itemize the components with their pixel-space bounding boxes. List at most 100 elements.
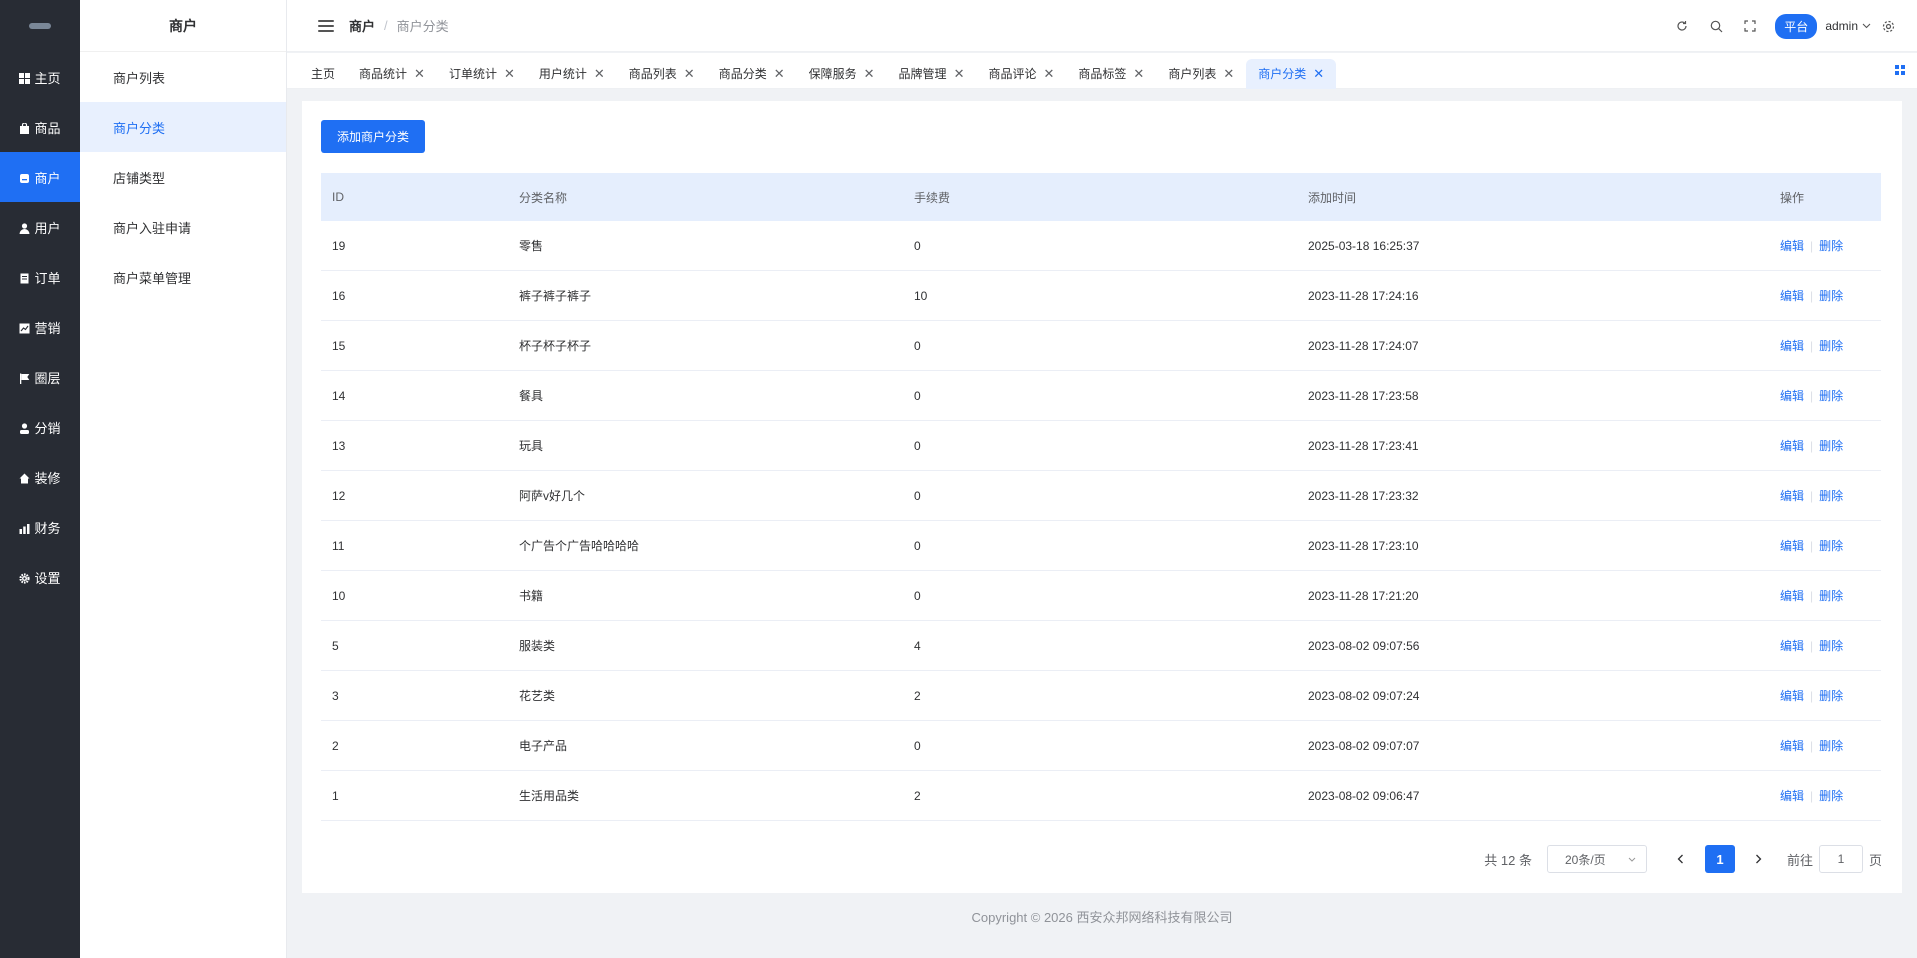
submenu-item[interactable]: 商户分类 [80, 102, 286, 152]
cell-id: 12 [332, 488, 346, 503]
cell-name: 生活用品类 [519, 789, 580, 803]
close-icon[interactable]: ✕ [594, 66, 605, 82]
close-icon[interactable]: ✕ [774, 66, 785, 82]
delete-button[interactable]: 删除 [1819, 637, 1843, 654]
delete-button[interactable]: 删除 [1819, 437, 1843, 454]
submenu-item[interactable]: 商户列表 [80, 52, 286, 102]
column-header-name: 分类名称 [519, 190, 568, 205]
tab-tag[interactable]: 商品分类 ✕ [707, 59, 797, 89]
person-icon [19, 422, 30, 434]
delete-button[interactable]: 删除 [1819, 687, 1843, 704]
cell-name: 电子产品 [519, 739, 568, 753]
edit-button[interactable]: 编辑 [1780, 487, 1804, 504]
cell-fee: 0 [914, 438, 921, 453]
edit-button[interactable]: 编辑 [1780, 237, 1804, 254]
cell-name: 玩具 [519, 439, 544, 453]
tab-tag[interactable]: 商户列表 ✕ [1156, 59, 1246, 89]
tab-tag-label: 商品分类 [718, 67, 767, 81]
nav-item-1[interactable]: 商品 [0, 102, 80, 152]
submenu-item[interactable]: 商户菜单管理 [80, 252, 286, 302]
close-icon[interactable]: ✕ [684, 66, 695, 82]
nav-item-3[interactable]: 用户 [0, 202, 80, 252]
edit-button[interactable]: 编辑 [1780, 337, 1804, 354]
nav-item-6[interactable]: 圈层 [0, 352, 80, 402]
cell-id: 10 [332, 588, 346, 603]
menu-toggle-icon[interactable] [318, 19, 334, 32]
refresh-icon[interactable] [1665, 9, 1699, 43]
nav-item-2[interactable]: 商户 [0, 152, 80, 202]
nav-item-9[interactable]: 财务 [0, 502, 80, 552]
page-size-value: 20条/页 [1564, 852, 1606, 867]
page-size-select[interactable]: 20条/页 [1546, 845, 1647, 873]
edit-button[interactable]: 编辑 [1780, 787, 1804, 804]
edit-button[interactable]: 编辑 [1780, 587, 1804, 604]
delete-button[interactable]: 删除 [1819, 237, 1843, 254]
close-icon[interactable]: ✕ [1133, 66, 1144, 82]
tab-tag[interactable]: 保障服务 ✕ [797, 59, 887, 89]
edit-button[interactable]: 编辑 [1780, 737, 1804, 754]
breadcrumb-item-merchant[interactable]: 商户 [349, 16, 375, 35]
tab-tag[interactable]: 主页 [299, 59, 347, 89]
edit-button[interactable]: 编辑 [1780, 387, 1804, 404]
tab-tag-label: 品牌管理 [898, 67, 947, 81]
cell-name: 餐具 [519, 389, 544, 403]
tab-tag[interactable]: 订单统计 ✕ [437, 59, 527, 89]
fullscreen-icon[interactable] [1733, 9, 1767, 43]
delete-button[interactable]: 删除 [1819, 337, 1843, 354]
delete-button[interactable]: 删除 [1819, 537, 1843, 554]
edit-button[interactable]: 编辑 [1780, 437, 1804, 454]
delete-button[interactable]: 删除 [1819, 487, 1843, 504]
edit-button[interactable]: 编辑 [1780, 287, 1804, 304]
cell-time: 2023-11-28 17:24:07 [1308, 338, 1419, 353]
edit-button[interactable]: 编辑 [1780, 637, 1804, 654]
gear-icon[interactable] [1871, 9, 1905, 43]
close-icon[interactable]: ✕ [954, 66, 965, 82]
close-icon[interactable]: ✕ [1313, 66, 1324, 82]
goto-page-input[interactable]: 1 [1818, 845, 1863, 873]
nav-item-8[interactable]: 装修 [0, 452, 80, 502]
logo[interactable] [0, 0, 80, 52]
edit-button[interactable]: 编辑 [1780, 537, 1804, 554]
nav-item-10[interactable]: 设置 [0, 552, 80, 602]
tab-tag[interactable]: 商户分类 ✕ [1246, 58, 1337, 89]
user-menu[interactable]: admin [1825, 19, 1871, 33]
tab-tag[interactable]: 商品统计 ✕ [347, 59, 437, 89]
platform-button[interactable]: 平台 [1775, 13, 1818, 39]
nav-item-4[interactable]: 订单 [0, 252, 80, 302]
column-header-id: ID [332, 190, 344, 204]
tab-tag[interactable]: 商品标签 ✕ [1066, 59, 1156, 89]
delete-button[interactable]: 删除 [1819, 387, 1843, 404]
cell-time: 2025-03-18 16:25:37 [1308, 238, 1420, 253]
cell-time: 2023-11-28 17:23:58 [1308, 388, 1419, 403]
add-merchant-category-button[interactable]: 添加商户分类 [321, 120, 425, 153]
submenu-item[interactable]: 商户入驻申请 [80, 202, 286, 252]
tab-tag[interactable]: 用户统计 ✕ [527, 59, 617, 89]
delete-button[interactable]: 删除 [1819, 787, 1843, 804]
nav-item-7[interactable]: 分销 [0, 402, 80, 452]
tab-tag[interactable]: 商品列表 ✕ [617, 59, 707, 89]
delete-button[interactable]: 删除 [1819, 587, 1843, 604]
submenu-item[interactable]: 店铺类型 [80, 152, 286, 202]
prev-page-button[interactable] [1667, 845, 1695, 873]
column-header-actions: 操作 [1780, 190, 1805, 205]
page-number-current[interactable]: 1 [1704, 845, 1735, 873]
tab-tag[interactable]: 品牌管理 ✕ [887, 59, 977, 89]
next-page-button[interactable] [1745, 845, 1773, 873]
tab-tag[interactable]: 商品评论 ✕ [976, 59, 1066, 89]
close-icon[interactable]: ✕ [864, 66, 875, 82]
delete-button[interactable]: 删除 [1819, 287, 1843, 304]
close-icon[interactable]: ✕ [504, 66, 515, 82]
nav-item-5[interactable]: 营销 [0, 302, 80, 352]
close-icon[interactable]: ✕ [1223, 66, 1234, 82]
cell-actions: 编辑 | 删除 [1780, 587, 1881, 604]
cell-time: 2023-11-28 17:21:20 [1308, 588, 1419, 603]
grid-menu-icon[interactable] [1895, 65, 1905, 75]
main-nav-rail: 主页 商品 商户 用户 订单 营销 圈层 分销 装修 财务 设置 [0, 0, 80, 958]
edit-button[interactable]: 编辑 [1780, 687, 1804, 704]
search-icon[interactable] [1699, 9, 1733, 43]
delete-button[interactable]: 删除 [1819, 737, 1843, 754]
close-icon[interactable]: ✕ [414, 66, 425, 82]
tab-tag-label: 订单统计 [448, 67, 497, 81]
close-icon[interactable]: ✕ [1043, 66, 1054, 82]
nav-item-0[interactable]: 主页 [0, 52, 80, 102]
